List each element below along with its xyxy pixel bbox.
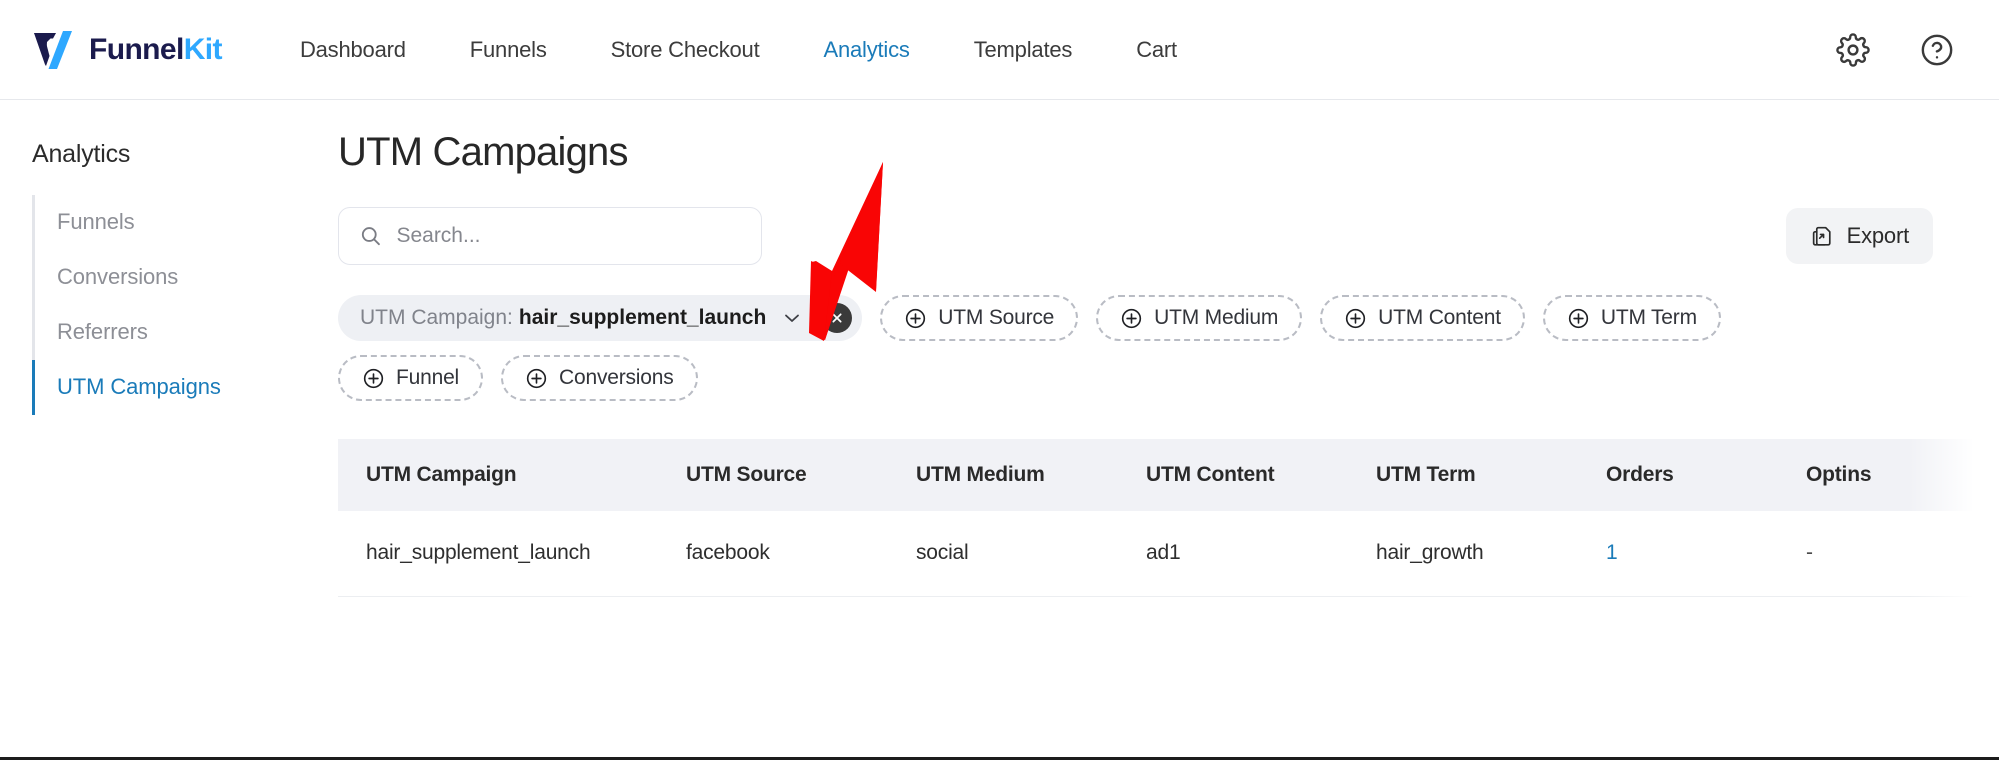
- plus-circle-icon: [363, 368, 384, 388]
- utm-campaigns-table-wrapper: UTM Campaign UTM Source UTM Medium UTM C…: [338, 439, 1999, 597]
- add-filter-conversions[interactable]: Conversions: [501, 355, 698, 401]
- add-filter-label: Conversions: [559, 366, 674, 389]
- cell-utm-campaign: hair_supplement_launch: [338, 511, 658, 597]
- column-header-orders[interactable]: Orders: [1578, 439, 1778, 511]
- add-filter-label: UTM Source: [938, 306, 1055, 329]
- app-window: FunnelKit Dashboard Funnels Store Checko…: [0, 0, 1999, 760]
- top-nav-items: Dashboard Funnels Store Checkout Analyti…: [268, 37, 1209, 63]
- add-filter-label: UTM Term: [1600, 306, 1697, 329]
- plus-circle-icon: [906, 308, 926, 328]
- sidebar-item-funnels[interactable]: Funnels: [35, 195, 310, 250]
- nav-item-cart[interactable]: Cart: [1104, 37, 1209, 63]
- sidebar-title: Analytics: [32, 140, 131, 168]
- nav-item-dashboard[interactable]: Dashboard: [268, 37, 438, 63]
- plus-circle-icon: [1568, 308, 1588, 328]
- filter-remove-button[interactable]: [822, 303, 853, 333]
- search-icon: [361, 227, 380, 246]
- cell-orders[interactable]: 1: [1578, 511, 1778, 597]
- filter-pill-label: UTM Campaign:: [360, 306, 513, 329]
- top-navigation-bar: FunnelKit Dashboard Funnels Store Checko…: [0, 0, 1999, 100]
- nav-item-funnels[interactable]: Funnels: [438, 37, 579, 63]
- cell-optins: -: [1778, 511, 1999, 597]
- funnelkit-v-logo-icon: [34, 30, 72, 69]
- filter-pills: UTM Campaign: hair_supplement_launch UTM…: [338, 295, 1898, 401]
- nav-item-templates[interactable]: Templates: [942, 37, 1104, 63]
- column-header-utm-campaign[interactable]: UTM Campaign: [338, 439, 658, 511]
- table-head: UTM Campaign UTM Source UTM Medium UTM C…: [338, 439, 1999, 511]
- table-header-row: UTM Campaign UTM Source UTM Medium UTM C…: [338, 439, 1999, 511]
- filter-dropdown-button[interactable]: [778, 306, 806, 330]
- page-body: Analytics Funnels Conversions Referrers …: [0, 100, 1999, 757]
- help-circle-icon: [1921, 34, 1953, 65]
- sidebar: Analytics Funnels Conversions Referrers …: [0, 100, 310, 757]
- brand-name: FunnelKit: [89, 32, 223, 66]
- cell-utm-medium: social: [888, 511, 1118, 597]
- gear-icon: [1836, 32, 1870, 67]
- add-filter-utm-medium[interactable]: UTM Medium: [1096, 295, 1303, 341]
- page-title: UTM Campaigns: [338, 130, 628, 174]
- table-body: hair_supplement_launch facebook social a…: [338, 511, 1999, 597]
- nav-item-store-checkout[interactable]: Store Checkout: [579, 37, 792, 63]
- sidebar-item-conversions[interactable]: Conversions: [35, 250, 310, 305]
- plus-circle-icon: [1346, 308, 1366, 328]
- add-filter-utm-content[interactable]: UTM Content: [1320, 295, 1525, 341]
- add-filter-utm-term[interactable]: UTM Term: [1542, 295, 1721, 341]
- help-button[interactable]: [1919, 32, 1955, 68]
- utm-campaigns-table: UTM Campaign UTM Source UTM Medium UTM C…: [338, 439, 1999, 597]
- cell-utm-content: ad1: [1118, 511, 1348, 597]
- main-content: UTM Campaigns Export: [310, 100, 1999, 757]
- column-header-utm-medium[interactable]: UTM Medium: [888, 439, 1118, 511]
- table-row[interactable]: hair_supplement_launch facebook social a…: [338, 511, 1999, 597]
- search-box[interactable]: [338, 207, 762, 265]
- top-nav-actions: [1835, 32, 1955, 68]
- add-filter-label: UTM Medium: [1154, 306, 1279, 329]
- plus-circle-icon: [526, 368, 547, 388]
- export-document-icon: [1812, 226, 1831, 246]
- export-button-label: Export: [1846, 223, 1910, 248]
- cell-utm-term: hair_growth: [1348, 511, 1578, 597]
- settings-button[interactable]: [1835, 32, 1871, 68]
- filter-pill-value: hair_supplement_launch: [518, 306, 767, 329]
- add-filter-funnel[interactable]: Funnel: [338, 355, 484, 401]
- toolbar: Export: [338, 207, 1999, 265]
- add-filter-label: UTM Content: [1378, 306, 1501, 329]
- plus-circle-icon: [1122, 308, 1142, 328]
- export-button[interactable]: Export: [1785, 208, 1933, 264]
- column-header-utm-term[interactable]: UTM Term: [1348, 439, 1578, 511]
- search-input[interactable]: [396, 224, 741, 248]
- close-circle-icon: [832, 313, 842, 323]
- add-filter-utm-source[interactable]: UTM Source: [880, 295, 1079, 341]
- column-header-optins[interactable]: Optins: [1778, 439, 1999, 511]
- add-filter-label: Funnel: [396, 366, 460, 389]
- column-header-utm-content[interactable]: UTM Content: [1118, 439, 1348, 511]
- cell-utm-source: facebook: [658, 511, 888, 597]
- sidebar-item-utm-campaigns[interactable]: UTM Campaigns: [32, 360, 310, 415]
- chevron-down-icon: [785, 314, 800, 322]
- column-header-utm-source[interactable]: UTM Source: [658, 439, 888, 511]
- brand-logo[interactable]: FunnelKit: [28, 30, 223, 70]
- nav-item-analytics[interactable]: Analytics: [791, 37, 941, 63]
- sidebar-list: Funnels Conversions Referrers UTM Campai…: [32, 195, 310, 415]
- sidebar-item-referrers[interactable]: Referrers: [35, 305, 310, 360]
- filter-pill-utm-campaign[interactable]: UTM Campaign: hair_supplement_launch: [338, 295, 863, 341]
